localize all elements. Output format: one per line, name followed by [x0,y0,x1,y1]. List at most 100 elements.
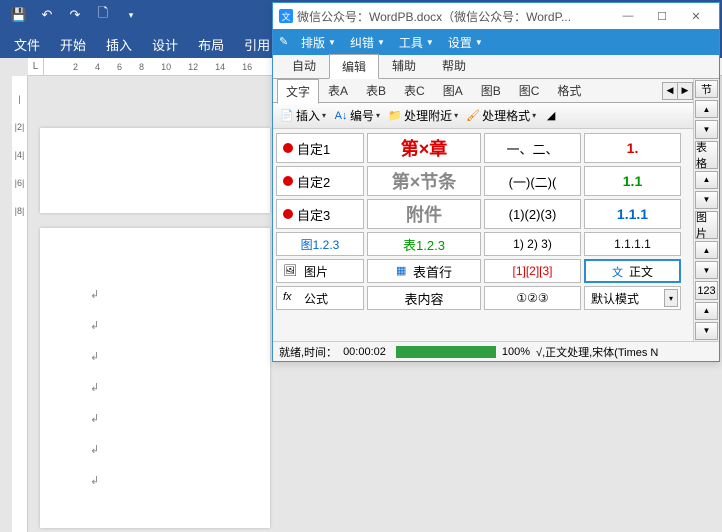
file-icon[interactable]: 🗋 [94,6,112,24]
redo-icon[interactable]: ↷ [66,6,84,24]
tab-edit[interactable]: 编辑 [329,54,379,79]
tab-fig-b[interactable]: 图B [472,78,510,103]
toolbar-process-near[interactable]: 📁处理附近▾ [385,107,461,124]
scroll-up-button[interactable]: ▲ [695,302,718,320]
scroll-up-button[interactable]: ▲ [695,100,718,118]
tab-help[interactable]: 帮助 [429,53,479,78]
custom3-num[interactable]: 1.1.1 [584,199,681,229]
paragraph-mark: ↲ [90,443,220,456]
dot-icon [283,209,293,219]
deep-num[interactable]: 1.1.1.1 [584,232,681,256]
menu-tools[interactable]: 工具▼ [393,31,440,54]
tab-auto[interactable]: 自动 [279,53,329,78]
sidebar-table[interactable]: 表格 [695,141,718,169]
tab-fig-a[interactable]: 图A [434,78,472,103]
status-text: 就绪,时间： [279,344,337,360]
paragraph-mark: ↲ [90,319,220,332]
scroll-up-button[interactable]: ▲ [695,241,718,259]
custom3-paren-num[interactable]: (1)(2)(3) [484,199,581,229]
ribbon-tab[interactable]: 插入 [106,35,132,54]
status-time: 00:00:02 [343,346,386,358]
table-content-button[interactable]: 表内容 [367,286,481,310]
maximize-button[interactable]: ☐ [645,5,679,27]
custom3-attachment[interactable]: 附件 [367,199,481,229]
fx-icon: fx [283,291,297,305]
save-icon[interactable]: 💾 [10,6,28,24]
scroll-down-button[interactable]: ▼ [695,261,718,279]
ribbon-tab[interactable]: 布局 [198,35,224,54]
scroll-down-button[interactable]: ▼ [695,322,718,340]
page-1[interactable] [40,128,270,213]
custom3-label[interactable]: 自定3 [276,199,364,229]
custom1-cn-num[interactable]: 一、二、 [484,133,581,163]
eraser-icon: ◢ [544,109,558,123]
dot-icon [283,143,293,153]
figure-num-label[interactable]: 图1.2.3 [276,232,364,256]
formula-button[interactable]: fx公式 [276,286,364,310]
scroll-up-button[interactable]: ▲ [695,171,718,189]
body-text-button[interactable]: 文正文 [584,259,681,283]
tab-table-b[interactable]: 表B [357,78,395,103]
folder-icon: 📁 [388,109,402,123]
sidebar-image[interactable]: 图片 [695,211,718,239]
edit-icon[interactable]: ✎ [279,35,293,49]
ribbon-tab[interactable]: 设计 [152,35,178,54]
sidebar-section[interactable]: 节 [695,80,718,98]
paragraph-mark: ↲ [90,381,220,394]
qat-more-icon[interactable]: ▾ [122,6,140,24]
paren-num[interactable]: 1) 2) 3) [484,232,581,256]
custom2-label[interactable]: 自定2 [276,166,364,196]
custom1-chapter[interactable]: 第×章 [367,133,481,163]
image-button[interactable]: 🖼图片 [276,259,364,283]
plugin-window: 文 微信公众号：WordPB.docx（微信公众号：WordP... — ☐ ✕… [272,2,720,362]
tab-scroll-left[interactable]: ◀ [662,82,678,100]
image-icon: 🖼 [283,264,297,278]
plugin-menubar: ✎ 排版▼ 纠错▼ 工具▼ 设置▼ [273,29,719,55]
tab-fig-c[interactable]: 图C [510,78,549,103]
table-header-button[interactable]: ▦表首行 [367,259,481,283]
custom1-label[interactable]: 自定1 [276,133,364,163]
paragraph-mark: ↲ [90,288,220,301]
circle-num[interactable]: ①②③ [484,286,581,310]
chevron-down-icon[interactable]: ▾ [664,289,678,307]
toolbar-insert[interactable]: 📄插入▾ [277,107,329,124]
status-pct: 100% [502,346,530,358]
ruler-label: L [28,58,44,75]
app-icon: 文 [279,9,293,23]
tab-table-c[interactable]: 表C [395,78,434,103]
format-grid: 自定1 第×章 一、二、 1. 自定2 第×节条 (一)(二)( 1.1 自定3… [273,129,693,317]
mode-combo[interactable]: 默认模式▾ [584,286,681,310]
undo-icon[interactable]: ↶ [38,6,56,24]
chevron-down-icon: ▼ [426,38,434,47]
menu-correct[interactable]: 纠错▼ [344,31,391,54]
scroll-down-button[interactable]: ▼ [695,191,718,209]
menu-layout[interactable]: 排版▼ [295,31,342,54]
toolbar: 📄插入▾ A↓编号▾ 📁处理附近▾ 🖌处理格式▾ ◢ [273,103,693,129]
page-2[interactable]: ↲ ↲ ↲ ↲ ↲ ↲ ↲ [40,228,270,528]
table-num[interactable]: 表1.2.3 [367,232,481,256]
tab-assist[interactable]: 辅助 [379,53,429,78]
scroll-down-button[interactable]: ▼ [695,120,718,138]
tab-table-a[interactable]: 表A [319,78,357,103]
custom2-section[interactable]: 第×节条 [367,166,481,196]
menu-settings[interactable]: 设置▼ [442,31,489,54]
bracket-num[interactable]: [1][2][3] [484,259,581,283]
toolbar-number[interactable]: A↓编号▾ [331,107,383,124]
ribbon-tab[interactable]: 文件 [14,35,40,54]
toolbar-eraser[interactable]: ◢ [541,109,561,123]
insert-icon: 📄 [280,109,294,123]
ribbon-tab[interactable]: 引用 [244,35,270,54]
custom2-cn-num[interactable]: (一)(二)( [484,166,581,196]
paragraph-mark: ↲ [90,350,220,363]
ribbon-tab[interactable]: 开始 [60,35,86,54]
tab-scroll-right[interactable]: ▶ [677,82,693,100]
tab-format[interactable]: 格式 [548,78,590,103]
plugin-titlebar[interactable]: 文 微信公众号：WordPB.docx（微信公众号：WordP... — ☐ ✕ [273,3,719,29]
toolbar-process-format[interactable]: 🖌处理格式▾ [463,107,539,124]
sidebar-123[interactable]: 123 [695,281,718,299]
close-button[interactable]: ✕ [679,5,713,27]
tab-text[interactable]: 文字 [277,79,319,104]
custom1-num[interactable]: 1. [584,133,681,163]
minimize-button[interactable]: — [611,5,645,27]
custom2-num[interactable]: 1.1 [584,166,681,196]
